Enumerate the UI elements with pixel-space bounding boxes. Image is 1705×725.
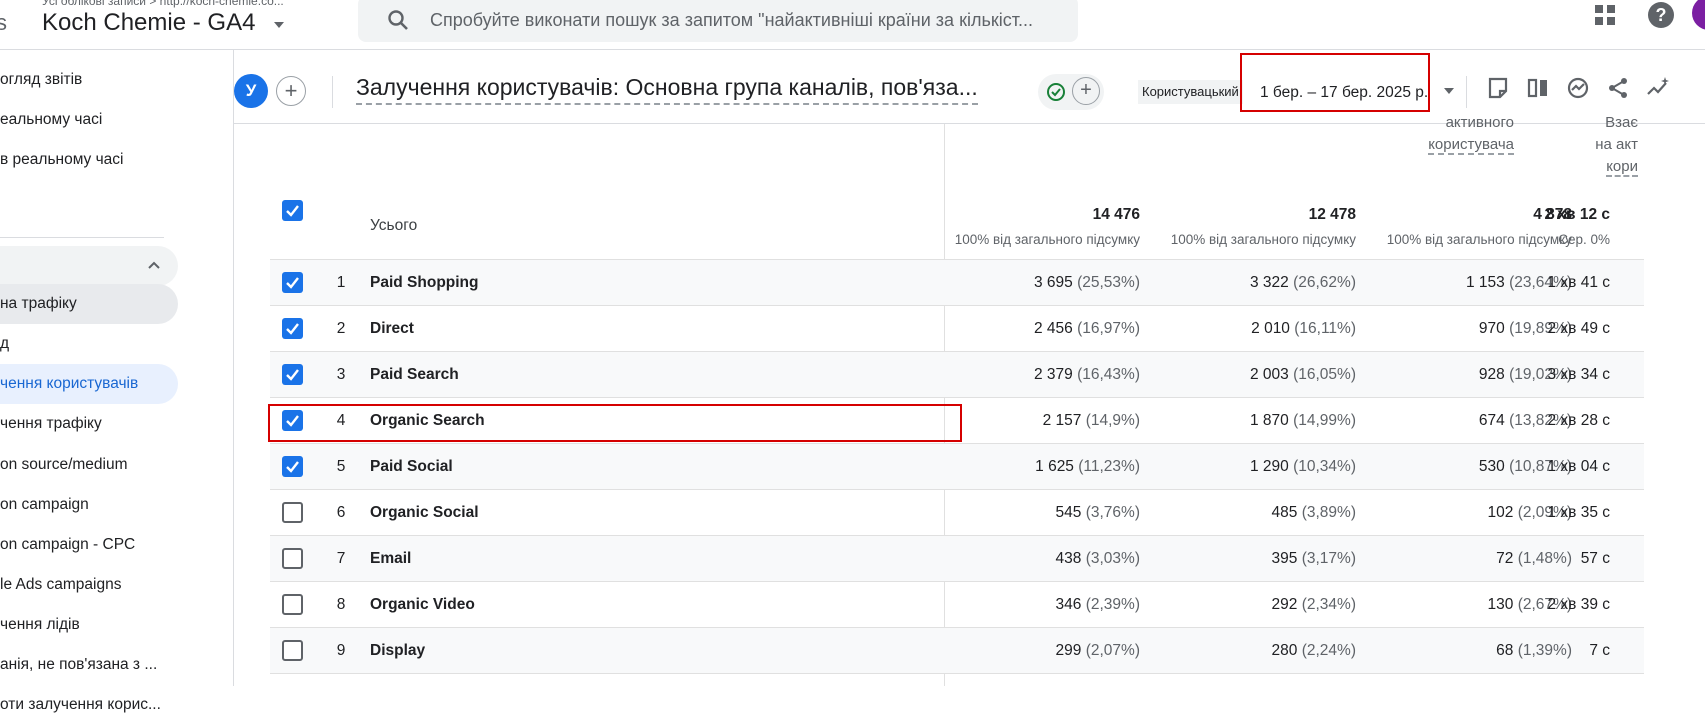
row-index: 6: [336, 504, 346, 521]
row-index: 2: [336, 320, 346, 337]
engagement-time-cell: 57 с: [1580, 550, 1610, 567]
row-checkbox[interactable]: [282, 410, 303, 431]
row-checkbox[interactable]: [282, 548, 303, 569]
row-index: 1: [336, 274, 346, 291]
report-table: активного користувача Взає на акт кори У…: [234, 114, 1705, 686]
report-status-pill: +: [1038, 74, 1104, 110]
row-checkbox[interactable]: [282, 318, 303, 339]
engagement-time-cell: 3 хв 34 с: [1547, 366, 1610, 383]
table-row[interactable]: 1 Paid Shopping 3 695 (25,53%) 3 322 (26…: [270, 259, 1644, 305]
sidebar-item-realtime-2[interactable]: в реальному часі: [0, 140, 178, 180]
sidebar-item-traffic-acquisition[interactable]: чення трафіку: [0, 404, 178, 444]
chevron-up-icon: [148, 261, 160, 269]
account-avatar[interactable]: [1692, 0, 1705, 30]
row-checkbox[interactable]: [282, 502, 303, 523]
channel-name: Direct: [370, 320, 414, 337]
row-checkbox[interactable]: [282, 364, 303, 385]
insights-icon[interactable]: [1564, 74, 1592, 102]
add-filter-button[interactable]: +: [1072, 77, 1100, 105]
channel-name: Paid Social: [370, 458, 453, 475]
sidebar-item-campaign-cpc[interactable]: on campaign - CPC: [0, 525, 178, 565]
property-selector[interactable]: Koch Chemie - GA4: [42, 9, 255, 37]
row-index: 7: [336, 550, 346, 567]
channel-name: Organic Search: [370, 412, 485, 429]
row-index: 5: [336, 458, 346, 475]
column-header-engagements[interactable]: Взає на акт кори: [1524, 112, 1638, 178]
table-row[interactable]: 6 Organic Social 545 (3,76%) 485 (3,89%)…: [270, 489, 1644, 535]
row-checkbox[interactable]: [282, 594, 303, 615]
row-index: 3: [336, 366, 346, 383]
date-range-picker[interactable]: 1 бер. – 17 бер. 2025 р.: [1260, 84, 1428, 102]
total-engagement-time-sub: Сер. 0%: [1558, 232, 1610, 247]
sidebar-item-engagement[interactable]: оти залучення корис...: [0, 685, 178, 725]
product-logo-fragment: s: [0, 10, 7, 35]
sidebar: огляд звітів еальному часі в реальному ч…: [0, 50, 234, 713]
sidebar-item-source-medium[interactable]: on source/medium: [0, 445, 178, 485]
engagement-time-cell: 2 хв 39 с: [1547, 596, 1610, 613]
report-title[interactable]: Залучення користувачів: Основна група ка…: [356, 74, 978, 105]
table-row[interactable]: 7 Email 438 (3,03%) 395 (3,17%) 72 (1,48…: [270, 535, 1644, 581]
search-icon: [388, 10, 408, 30]
check-circle-icon: [1047, 83, 1065, 101]
table-row[interactable]: 3 Paid Search 2 379 (16,43%) 2 003 (16,0…: [270, 351, 1644, 397]
sidebar-item-campaign[interactable]: on campaign: [0, 485, 178, 525]
table-row[interactable]: 2 Direct 2 456 (16,97%) 2 010 (16,11%) 9…: [270, 305, 1644, 351]
compare-columns-icon[interactable]: [1524, 74, 1552, 102]
comparison-avatar[interactable]: У: [234, 74, 268, 108]
channel-name: Email: [370, 550, 412, 567]
table-row[interactable]: 5 Paid Social 1 625 (11,23%) 1 290 (10,3…: [270, 443, 1644, 489]
search-bar[interactable]: Спробуйте виконати пошук за запитом "най…: [358, 0, 1078, 42]
engagement-time-cell: 1 хв 41 с: [1547, 274, 1610, 291]
table-row: [270, 673, 1644, 686]
edit-report-icon[interactable]: [1484, 74, 1512, 102]
table-row[interactable]: 4 Organic Search 2 157 (14,9%) 1 870 (14…: [270, 397, 1644, 443]
chevron-down-icon[interactable]: [1444, 88, 1454, 94]
column-header-per-active-user[interactable]: активного користувача: [1354, 112, 1514, 156]
sidebar-item-unrelated[interactable]: анія, не пов'язана з ...: [0, 645, 178, 685]
table-row[interactable]: 8 Organic Video 346 (2,39%) 292 (2,34%) …: [270, 581, 1644, 627]
toolbar-divider: [332, 76, 333, 108]
sidebar-item-user-acquisition[interactable]: чення користувачів: [0, 364, 178, 404]
trend-sparkle-icon[interactable]: [1644, 74, 1672, 102]
sidebar-item-realtime[interactable]: еальному часі: [0, 100, 178, 140]
sidebar-section-toggle[interactable]: [0, 246, 178, 286]
channel-name: Paid Search: [370, 366, 459, 383]
engagement-time-cell: 2 хв 49 с: [1547, 320, 1610, 337]
sidebar-item-reports-overview[interactable]: огляд звітів: [0, 60, 178, 100]
row-index: 8: [336, 596, 346, 613]
channel-name: Paid Shopping: [370, 274, 479, 291]
select-all-checkbox[interactable]: [282, 200, 303, 221]
toolbar-divider: [1466, 76, 1467, 108]
row-index: 4: [336, 412, 346, 429]
sidebar-item-traffic[interactable]: на трафіку: [0, 284, 178, 324]
sidebar-item-leads[interactable]: чення лідів: [0, 605, 178, 645]
help-icon[interactable]: ?: [1648, 2, 1674, 28]
channel-name: Organic Social: [370, 504, 479, 521]
total-label: Усього: [370, 217, 418, 234]
row-checkbox[interactable]: [282, 640, 303, 661]
account-breadcrumb[interactable]: Усі облікові записи > http://koch-chemie…: [42, 0, 284, 8]
engagement-time-cell: 1 хв 35 с: [1547, 504, 1610, 521]
channel-name: Organic Video: [370, 596, 475, 613]
engagement-time-cell: 1 хв 04 с: [1547, 458, 1610, 475]
sidebar-item-d[interactable]: д: [0, 324, 178, 364]
channel-name: Display: [370, 642, 426, 659]
custom-range-label: Користувацький: [1138, 80, 1243, 104]
chevron-down-icon[interactable]: [274, 22, 284, 28]
sidebar-item-google-ads[interactable]: le Ads campaigns: [0, 565, 178, 605]
apps-grid-icon[interactable]: [1594, 4, 1616, 26]
row-checkbox[interactable]: [282, 272, 303, 293]
row-checkbox[interactable]: [282, 456, 303, 477]
sidebar-divider: [0, 237, 164, 238]
share-icon[interactable]: [1604, 74, 1632, 102]
table-row[interactable]: 9 Display 299 (2,07%) 280 (2,24%) 68 (1,…: [270, 627, 1644, 673]
total-engagement-time: 2 хв 12 с: [1544, 206, 1610, 223]
add-comparison-button[interactable]: +: [276, 76, 306, 106]
row-index: 9: [336, 642, 346, 659]
engagement-time-cell: 2 хв 28 с: [1547, 412, 1610, 429]
top-header: s Усі облікові записи > http://koch-chem…: [0, 0, 1705, 50]
date-highlight-box: [1240, 53, 1430, 112]
engagement-time-cell: 7 с: [1589, 642, 1610, 659]
search-input[interactable]: Спробуйте виконати пошук за запитом "най…: [430, 10, 1033, 31]
